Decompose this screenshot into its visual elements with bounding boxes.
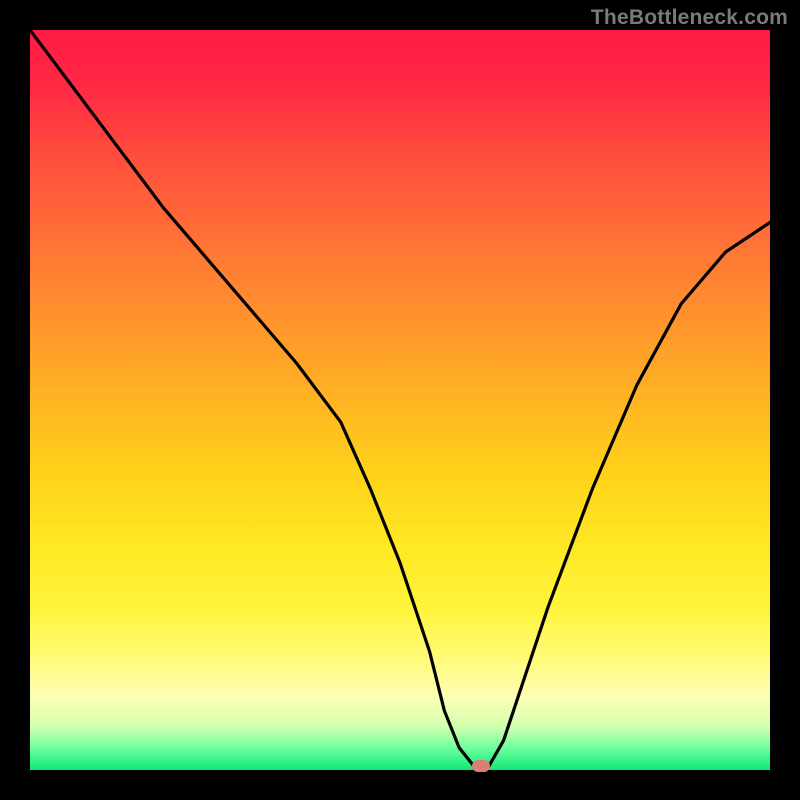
- optimal-marker: [472, 760, 490, 772]
- chart-frame: TheBottleneck.com: [0, 0, 800, 800]
- curve-layer: [30, 30, 770, 770]
- watermark-text: TheBottleneck.com: [591, 6, 788, 30]
- plot-area: [30, 30, 770, 770]
- bottleneck-curve: [30, 30, 770, 770]
